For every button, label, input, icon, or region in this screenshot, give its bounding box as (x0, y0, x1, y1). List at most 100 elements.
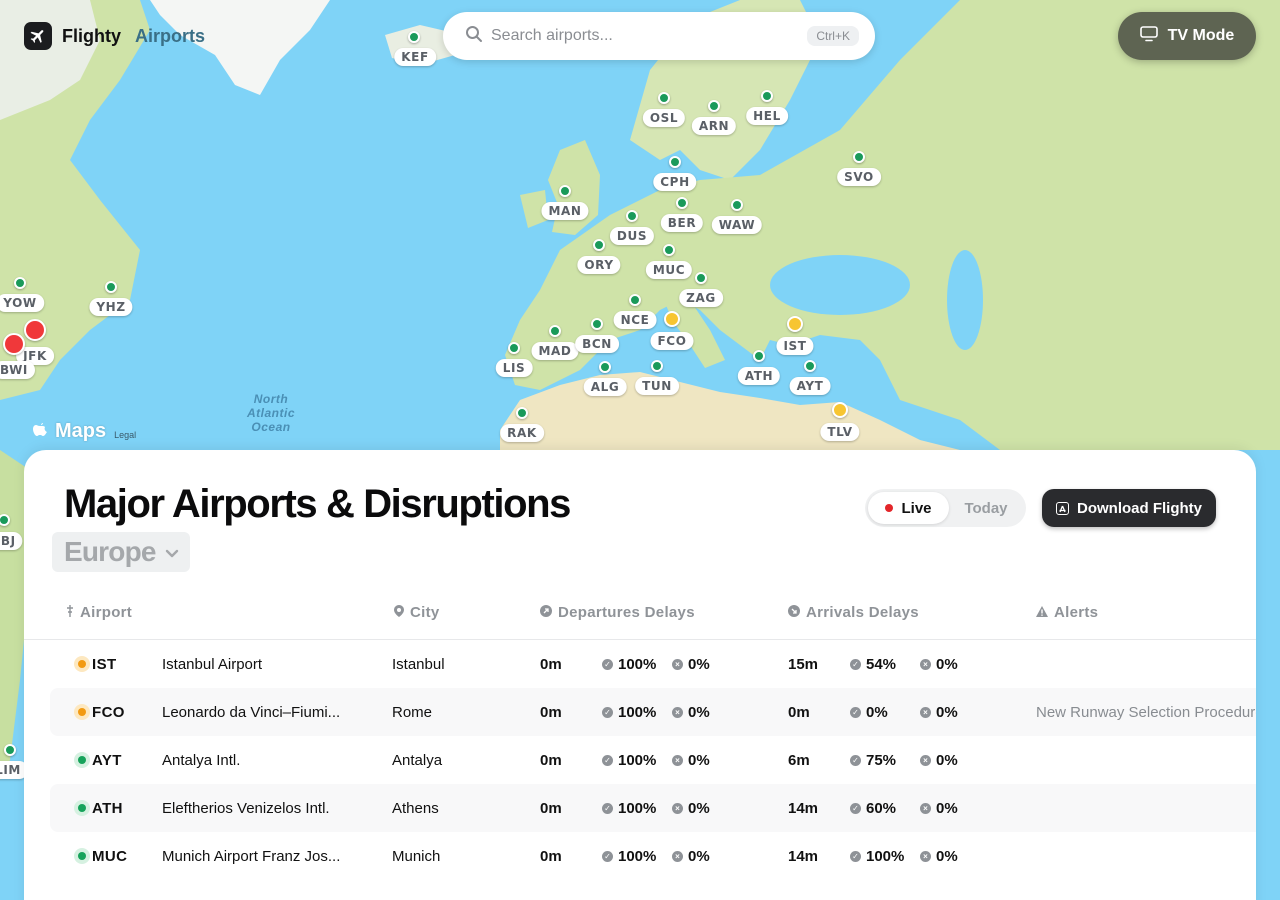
map-airport-marker[interactable] (695, 272, 707, 284)
map-airport-marker[interactable] (708, 100, 720, 112)
map-airport-label[interactable]: ZAG (679, 289, 723, 307)
table-row[interactable]: ATH Eleftherios Venizelos Intl. Athens 0m ✓ 1… (50, 784, 1256, 832)
map-airport-marker[interactable] (731, 199, 743, 211)
map-airport-label[interactable]: FCO (650, 332, 694, 350)
map-airport-label[interactable]: ARN (691, 117, 737, 135)
map-airport-marker[interactable] (651, 360, 663, 372)
map-airport-marker[interactable] (753, 350, 765, 362)
status-dot-icon (74, 656, 90, 672)
table-row[interactable]: AYT Antalya Intl. Antalya 0m ✓ 100% × 0% 6m ✓ 75% ×… (50, 736, 1256, 784)
map-airport-label[interactable]: MBJ (0, 532, 23, 550)
map-airport-marker[interactable] (626, 210, 638, 222)
map-airport-label[interactable]: IST (776, 337, 814, 355)
map-airport-marker[interactable] (3, 333, 25, 355)
table-row[interactable]: MUC Munich Airport Franz Jos... Munich 0m ✓ 1… (50, 832, 1256, 880)
map-airport-label[interactable]: BWI (0, 361, 35, 379)
map-airport-label[interactable]: ATH (737, 367, 781, 385)
map-airport-marker[interactable] (804, 360, 816, 372)
column-arrivals[interactable]: Arrivals Delays (788, 604, 919, 621)
map-airport-marker[interactable] (591, 318, 603, 330)
map-airport-marker[interactable] (599, 361, 611, 373)
map-airport-label[interactable]: BER (660, 214, 704, 232)
map-airport-marker[interactable] (559, 185, 571, 197)
map-airport-label[interactable]: MAN (541, 202, 589, 220)
map-airport-label[interactable]: KEF (394, 48, 436, 66)
map-airport-label[interactable]: TLV (820, 423, 860, 441)
airport-name: Leonardo da Vinci–Fiumi... (162, 703, 341, 721)
airport-alert[interactable] (1036, 640, 1256, 688)
search-bar[interactable]: Ctrl+K (443, 12, 875, 60)
map-airport-label[interactable]: HEL (746, 107, 788, 125)
map-airport-marker[interactable] (664, 311, 680, 327)
map-airport-label[interactable]: ORY (577, 256, 621, 274)
airport-alert[interactable] (1036, 736, 1256, 784)
toggle-live[interactable]: Live (868, 492, 949, 524)
search-icon (465, 25, 483, 48)
region-select[interactable]: Europe (52, 532, 190, 572)
map-airport-marker[interactable] (4, 744, 16, 756)
map-airport-label[interactable]: ALG (583, 378, 627, 396)
map-airport-marker[interactable] (658, 92, 670, 104)
map-airport-label[interactable]: LIS (495, 359, 533, 377)
map-airport-marker[interactable] (105, 281, 117, 293)
map-airport-marker[interactable] (549, 325, 561, 337)
map-airport-marker[interactable] (787, 316, 803, 332)
map-airport-marker[interactable] (761, 90, 773, 102)
arrival-cancelled: × 0% (920, 832, 958, 880)
column-alerts[interactable]: Alerts (1036, 604, 1098, 621)
airport-city: Munich (392, 847, 441, 865)
legal-link[interactable]: Legal (114, 430, 136, 440)
table-row[interactable]: FCO Leonardo da Vinci–Fiumi... Rome 0m ✓ 100%… (50, 688, 1256, 736)
map-airport-marker[interactable] (676, 197, 688, 209)
map-airport-marker[interactable] (832, 402, 848, 418)
column-city[interactable]: City (394, 604, 440, 621)
map-airport-marker[interactable] (669, 156, 681, 168)
column-departures[interactable]: Departures Delays (540, 604, 695, 621)
map-airport-marker[interactable] (853, 151, 865, 163)
airport-code: FCO (92, 703, 125, 721)
disruptions-panel: Major Airports & Disruptions Europe Live… (24, 450, 1256, 900)
map-airport-label[interactable]: TUN (635, 377, 679, 395)
map-airport-label[interactable]: AYT (789, 377, 831, 395)
time-toggle: Live Today (865, 489, 1026, 527)
toggle-today[interactable]: Today (949, 492, 1023, 524)
monitor-icon (1139, 25, 1158, 47)
search-input[interactable] (491, 27, 808, 45)
map-airport-label[interactable]: SVO (837, 168, 881, 186)
map-airport-marker[interactable] (516, 407, 528, 419)
column-airport[interactable]: Airport (66, 604, 132, 621)
map-airport-marker[interactable] (24, 319, 46, 341)
table-row[interactable]: IST Istanbul Airport Istanbul 0m ✓ 100% × 0% 15m… (50, 640, 1256, 688)
map-airport-label[interactable]: YHZ (89, 298, 133, 316)
map-airport-label[interactable]: RAK (500, 424, 544, 442)
map-airport-label[interactable]: OSL (642, 109, 686, 127)
airport-code: ATH (92, 799, 123, 817)
airport-alert[interactable]: New Runway Selection Procedure (1036, 688, 1256, 736)
airport-alert[interactable] (1036, 832, 1256, 880)
map-airport-label[interactable]: NCE (613, 311, 657, 329)
map-airport-marker[interactable] (663, 244, 675, 256)
map-airport-label[interactable]: WAW (711, 216, 763, 234)
map-airport-label[interactable]: DUS (609, 227, 655, 245)
warning-icon (1036, 604, 1050, 621)
airport-alert[interactable] (1036, 784, 1256, 832)
cancel-icon: × (672, 850, 683, 862)
map-airport-marker[interactable] (629, 294, 641, 306)
map-airport-label[interactable]: YOW (0, 294, 44, 312)
map-airport-label[interactable]: MAD (531, 342, 579, 360)
map-airport-label[interactable]: CPH (653, 173, 697, 191)
map-airport-marker[interactable] (14, 277, 26, 289)
download-label: Download Flighty (1077, 499, 1202, 517)
map-airport-marker[interactable] (508, 342, 520, 354)
plane-logo-icon (24, 22, 52, 50)
map-airport-label[interactable]: MUC (645, 261, 693, 279)
map-airport-marker[interactable] (408, 31, 420, 43)
brand[interactable]: Flighty Airports (24, 22, 205, 50)
airport-code: IST (92, 655, 117, 673)
map-airport-marker[interactable] (593, 239, 605, 251)
arrival-icon (788, 604, 802, 621)
arrival-cancelled: × 0% (920, 688, 958, 736)
map-airport-label[interactable]: BCN (575, 335, 619, 353)
download-flighty-button[interactable]: Download Flighty (1042, 489, 1216, 527)
tv-mode-button[interactable]: TV Mode (1118, 12, 1256, 60)
